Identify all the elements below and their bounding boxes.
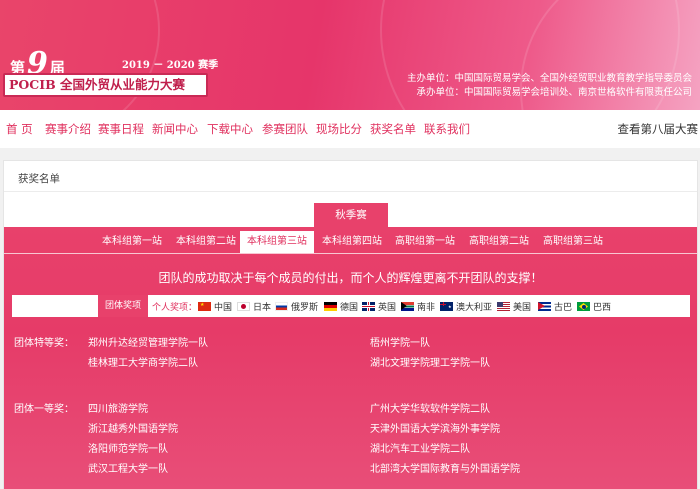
tab-autumn-season[interactable]: 秋季赛	[314, 203, 388, 227]
china-flag-icon: ★	[198, 302, 211, 311]
country-south-africa[interactable]: 南非	[401, 300, 435, 313]
motto-text: 团队的成功取决于每个成员的付出，而个人的辉煌更离不开团队的支撑！	[158, 271, 543, 285]
list-item: 湖北文理学院理工学院一队	[370, 358, 490, 369]
country-cuba[interactable]: 古巴	[538, 300, 572, 313]
country-label: 美国	[513, 303, 532, 313]
country-germany[interactable]: 德国	[324, 300, 358, 313]
country-label: 英国	[378, 303, 397, 313]
tab-undergrad-station-4[interactable]: 本科组第四站	[315, 231, 389, 253]
country-label: 古巴	[554, 303, 573, 313]
list-item: 四川旅游学院	[88, 404, 148, 415]
nav-teams[interactable]: 参赛团队	[262, 121, 308, 137]
country-label: 中国	[214, 303, 233, 313]
list-item: 浙江越秀外国语学院	[88, 424, 178, 435]
list-item: 武汉工程大学一队	[88, 464, 168, 475]
breadcrumb: 获奖名单	[18, 173, 60, 185]
nav-live-score[interactable]: 现场比分	[316, 121, 362, 137]
list-item: 天津外国语大学滨海外事学院	[370, 424, 500, 435]
country-china[interactable]: ★ 中国	[198, 300, 232, 313]
tab-undergrad-station-1[interactable]: 本科组第一站	[95, 231, 169, 253]
list-item: 洛阳师范学院一队	[88, 444, 168, 455]
content-panel: 获奖名单 秋季赛 本科组第一站 本科组第二站 本科组第三站 本科组第四站 高职组…	[3, 160, 698, 489]
nav-previous-edition[interactable]: 查看第八届大赛	[618, 121, 699, 137]
country-brazil[interactable]: 巴西	[577, 300, 611, 313]
nav-news[interactable]: 新闻中心	[152, 121, 198, 137]
list-item: 广州大学华软软件学院二队	[370, 404, 490, 415]
country-russia[interactable]: 俄罗斯	[275, 300, 318, 313]
nav-contact[interactable]: 联系我们	[424, 121, 470, 137]
main-nav: 首 页 赛事介绍 赛事日程 新闻中心 下载中心 参赛团队 现场比分 获奖名单 联…	[0, 110, 700, 148]
country-label: 澳大利亚	[456, 303, 493, 313]
tab-undergrad-station-3[interactable]: 本科组第三站	[240, 231, 314, 253]
tab-vocational-station-2[interactable]: 高职组第二站	[462, 231, 536, 253]
nav-downloads[interactable]: 下载中心	[207, 121, 253, 137]
brazil-flag-icon	[577, 302, 590, 311]
germany-flag-icon	[324, 302, 337, 311]
station-tabs: 本科组第一站 本科组第二站 本科组第三站 本科组第四站 高职组第一站 高职组第二…	[4, 231, 697, 253]
season-label: 2019 － 2020 赛季	[122, 60, 219, 71]
nav-intro[interactable]: 赛事介绍	[45, 121, 91, 137]
individual-awards-label: 个人奖项：	[152, 303, 198, 313]
country-usa[interactable]: 美国	[497, 300, 531, 313]
list-item: 梧州学院一队	[370, 338, 430, 349]
country-japan[interactable]: 日本	[237, 300, 271, 313]
country-label: 德国	[340, 303, 359, 313]
list-item: 湖北汽车工业学院二队	[370, 444, 470, 455]
list-item: 桂林理工大学商学院二队	[88, 358, 198, 369]
country-uk[interactable]: 英国	[362, 300, 396, 313]
tabs-underline	[4, 253, 697, 254]
undertaker-text: 承办单位：中国国际贸易学会培训处、南京世格软件有限责任公司	[416, 87, 692, 98]
header-banner: 第9 届 2019 － 2020 赛季 POCIB 全国外贸从业能力大赛 主办单位…	[0, 0, 700, 110]
nav-home[interactable]: 首 页	[6, 121, 33, 137]
nav-schedule[interactable]: 赛事日程	[98, 121, 144, 137]
uk-flag-icon	[362, 302, 375, 311]
winners-area: 本科组第一站 本科组第二站 本科组第三站 本科组第四站 高职组第一站 高职组第二…	[4, 227, 697, 489]
list-item: 郑州升达经贸管理学院一队	[88, 338, 208, 349]
country-label: 日本	[253, 303, 272, 313]
tab-vocational-station-1[interactable]: 高职组第一站	[388, 231, 462, 253]
prize-label-special: 团体特等奖：	[14, 338, 74, 349]
prize-label-first: 团体一等奖：	[14, 404, 74, 415]
nav-winners[interactable]: 获奖名单	[370, 121, 416, 137]
japan-flag-icon	[237, 302, 250, 311]
usa-flag-icon	[497, 302, 510, 311]
country-label: 南非	[417, 303, 436, 313]
team-awards-tab[interactable]: 团体奖项	[98, 295, 148, 317]
contest-title: POCIB 全国外贸从业能力大赛	[3, 73, 208, 97]
south-africa-flag-icon	[401, 302, 414, 311]
award-filter-bar: 团体奖项 个人奖项： ★ 中国 日本 俄罗斯 德国 英国 南非 ★ 澳大利亚 美…	[12, 295, 690, 317]
country-australia[interactable]: ★ 澳大利亚	[440, 300, 492, 313]
russia-flag-icon	[275, 302, 288, 311]
country-label: 俄罗斯	[291, 303, 319, 313]
organizer-text: 主办单位：中国国际贸易学会、全国外经贸职业教育教学指导委员会	[406, 73, 692, 84]
country-label: 巴西	[593, 303, 612, 313]
australia-flag-icon: ★	[440, 302, 453, 311]
tab-undergrad-station-2[interactable]: 本科组第二站	[169, 231, 243, 253]
tab-vocational-station-3[interactable]: 高职组第三站	[536, 231, 610, 253]
list-item: 北部湾大学国际教育与外国语学院	[370, 464, 520, 475]
cuba-flag-icon	[538, 302, 551, 311]
divider	[4, 191, 697, 192]
